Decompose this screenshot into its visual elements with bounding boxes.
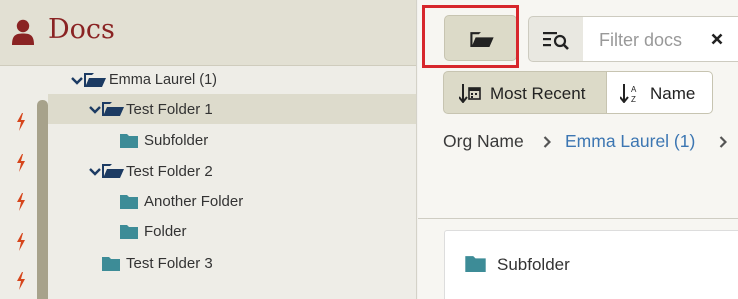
tree-item-emma-laurel[interactable]: Emma Laurel (1) (48, 65, 416, 95)
folder-card-label: Subfolder (497, 255, 570, 274)
sort-most-recent-label: Most Recent (490, 84, 586, 103)
tree-item-folder[interactable]: Folder (48, 216, 416, 246)
tree-item-label: Another Folder (144, 193, 244, 210)
filter-docs-input[interactable]: Filter docs (583, 16, 738, 62)
svg-text:A: A (631, 85, 637, 94)
folder-open-icon (102, 102, 124, 116)
tree-item-label: Test Folder 3 (126, 255, 213, 272)
chevron-down-icon[interactable] (71, 77, 83, 85)
scrollbar[interactable] (37, 100, 48, 299)
breadcrumb-emma-laurel[interactable]: Emma Laurel (1) (565, 131, 695, 152)
svg-text:Z: Z (631, 95, 636, 103)
tree-item-label: Test Folder 1 (126, 101, 213, 118)
breadcrumb-org[interactable]: Org Name (443, 131, 524, 152)
sort-alpha-icon: A Z (620, 84, 637, 103)
lightning-icon[interactable] (16, 233, 26, 251)
filter-search-button[interactable] (528, 16, 584, 62)
folder-icon (120, 225, 138, 239)
folder-icon (465, 256, 486, 272)
tree-item-another-folder[interactable]: Another Folder (48, 186, 416, 216)
folder-card[interactable]: Subfolder (444, 230, 738, 299)
filter-placeholder: Filter docs (599, 30, 683, 50)
lightning-icon[interactable] (16, 193, 26, 211)
filter-search-icon (543, 32, 569, 50)
docs-content-panel: Filter docs Most Recent A Z Name Org Nam… (418, 0, 738, 299)
tree-item-label: Folder (144, 223, 187, 240)
chevron-right-icon (543, 136, 551, 148)
lightning-icon[interactable] (16, 272, 26, 290)
folder-tree-panel: Docs Emma Laurel (1) Test Folder 1 Subfo… (0, 0, 417, 299)
sort-name-button[interactable]: A Z Name (606, 71, 713, 114)
sort-date-icon (459, 84, 481, 103)
folder-icon (120, 134, 138, 148)
chevron-right-icon (719, 136, 727, 148)
folder-open-icon (102, 164, 124, 178)
tree-item-test-folder-1[interactable]: Test Folder 1 (48, 94, 416, 124)
folder-icon (120, 195, 138, 209)
tree-item-label: Emma Laurel (1) (109, 72, 217, 88)
divider (418, 218, 738, 219)
highlight-annotation (422, 5, 519, 68)
chevron-down-icon[interactable] (89, 168, 101, 176)
tree-item-subfolder[interactable]: Subfolder (48, 125, 416, 155)
lightning-icon[interactable] (16, 154, 26, 172)
close-icon[interactable] (711, 33, 723, 45)
folder-open-icon (84, 73, 106, 87)
folder-icon (102, 257, 120, 271)
tree-item-label: Subfolder (144, 132, 209, 149)
sort-most-recent-button[interactable]: Most Recent (443, 71, 607, 114)
sort-name-label: Name (650, 84, 696, 103)
chevron-down-icon[interactable] (89, 106, 101, 114)
page-title: Docs (48, 14, 115, 45)
panel-header: Docs (0, 0, 416, 66)
tree-item-test-folder-3[interactable]: Test Folder 3 (48, 248, 416, 278)
tree-item-test-folder-2[interactable]: Test Folder 2 (48, 156, 416, 186)
tree-item-label: Test Folder 2 (126, 163, 213, 180)
user-icon (12, 19, 34, 45)
lightning-icon[interactable] (16, 113, 26, 131)
